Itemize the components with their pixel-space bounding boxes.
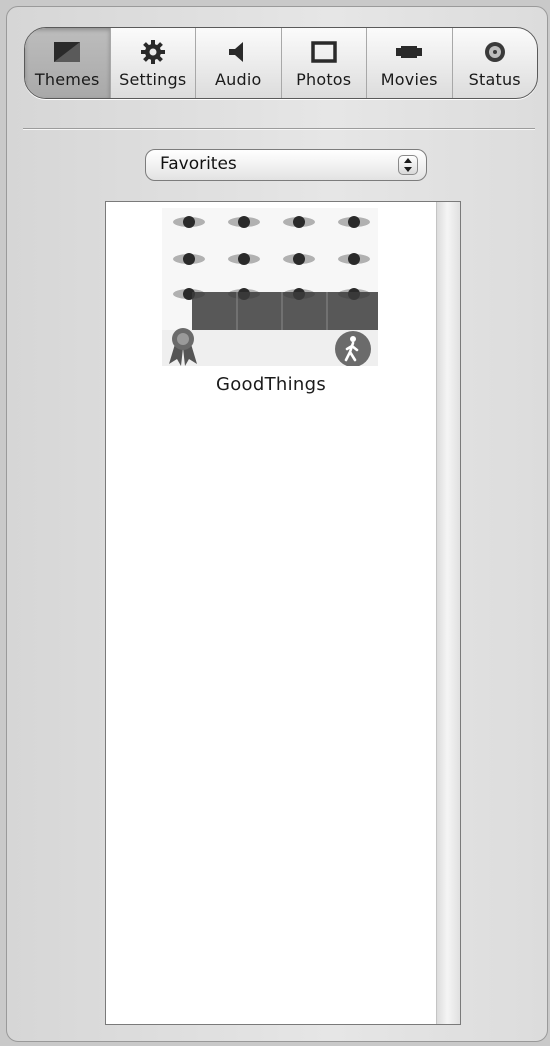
list-scrollbar-track[interactable] xyxy=(436,202,460,1024)
disc-icon xyxy=(481,40,509,64)
tab-themes[interactable]: Themes xyxy=(25,28,110,98)
tab-settings[interactable]: Settings xyxy=(109,28,196,98)
theme-item-goodthings[interactable]: GoodThings xyxy=(162,208,380,395)
theme-thumbnail[interactable] xyxy=(162,208,378,366)
tab-settings-label: Settings xyxy=(119,70,187,89)
tab-status[interactable]: Status xyxy=(451,28,538,98)
walking-person-icon xyxy=(334,330,372,366)
photo-frame-icon xyxy=(310,40,338,64)
movie-camera-icon xyxy=(395,40,423,64)
pane-tab-bar: Themes Settings Audio Photos Movies Stat… xyxy=(24,27,538,99)
theme-list[interactable]: GoodThings xyxy=(105,201,461,1025)
tab-photos[interactable]: Photos xyxy=(280,28,367,98)
speaker-icon xyxy=(224,40,252,64)
section-divider xyxy=(23,128,535,130)
iDVD-customize-panel: Themes Settings Audio Photos Movies Stat… xyxy=(6,6,548,1042)
tab-audio[interactable]: Audio xyxy=(195,28,281,98)
theme-set-selected: Favorites xyxy=(160,154,237,174)
tab-movies[interactable]: Movies xyxy=(366,28,452,98)
tab-audio-label: Audio xyxy=(215,70,262,89)
tab-movies-label: Movies xyxy=(380,70,438,89)
tab-themes-label: Themes xyxy=(34,70,100,89)
gear-icon xyxy=(139,40,167,64)
theme-set-popup[interactable]: Favorites xyxy=(145,149,427,181)
tab-status-label: Status xyxy=(468,70,521,89)
themes-icon xyxy=(53,40,81,64)
tab-photos-label: Photos xyxy=(296,70,352,89)
theme-item-name: GoodThings xyxy=(215,374,326,395)
award-ribbon-icon xyxy=(166,326,200,366)
up-down-arrows-icon xyxy=(398,155,418,175)
